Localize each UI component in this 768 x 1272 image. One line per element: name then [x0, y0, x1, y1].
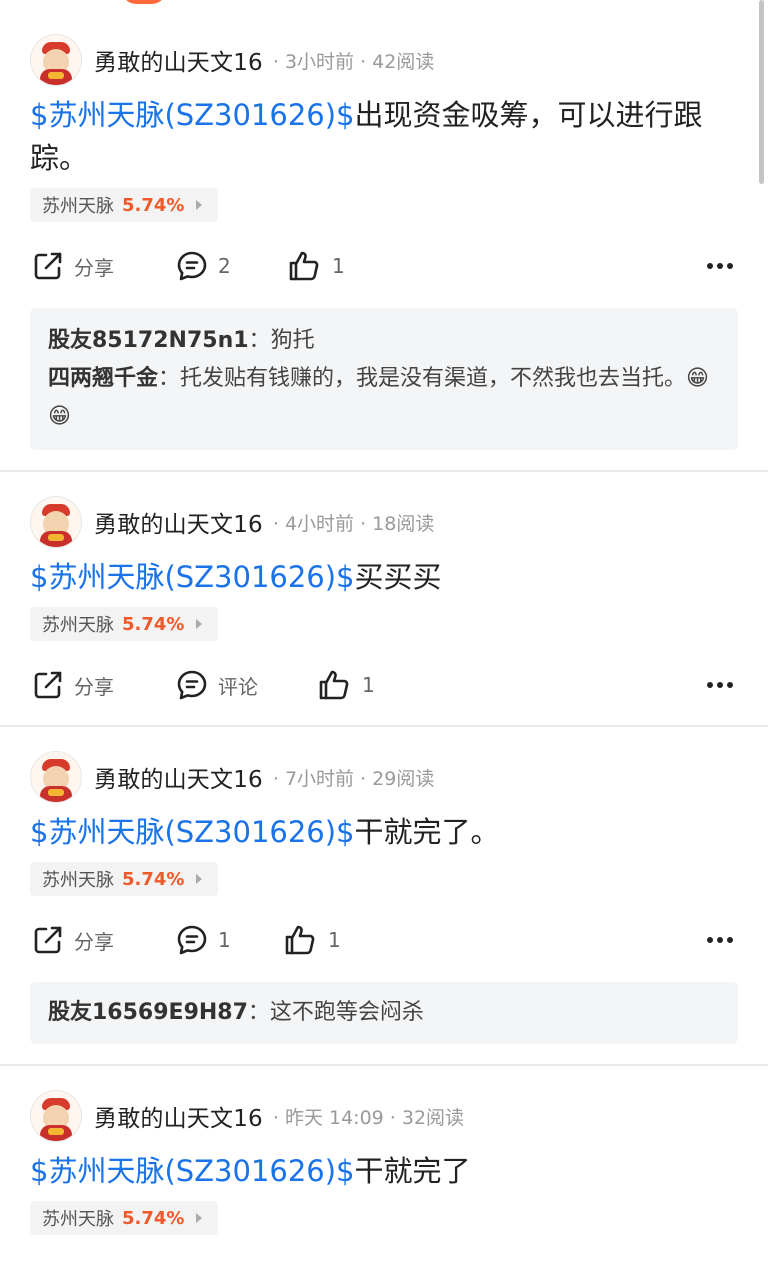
chevron-right-icon	[196, 619, 203, 629]
like-icon	[289, 251, 319, 281]
like-count: 1	[362, 673, 375, 697]
more-button[interactable]	[706, 246, 734, 286]
stock-tag-change: 5.74%	[122, 613, 185, 635]
stock-link[interactable]: $苏州天脉(SZ301626)$	[30, 815, 355, 849]
post-text: 买买买	[354, 560, 442, 594]
avatar[interactable]	[30, 496, 82, 548]
username[interactable]: 勇敢的山天文16	[94, 1099, 263, 1133]
post-card: 勇敢的山天文16 · 3小时前 · 42阅读 $苏州天脉(SZ301626)$出…	[0, 0, 768, 472]
comment-button[interactable]: 2	[176, 246, 231, 286]
comment-item: 四两翘千金：托发贴有钱赚的，我是没有渠道，不然我也去当托。😁😁	[48, 360, 720, 436]
avatar[interactable]	[30, 1090, 82, 1142]
more-button[interactable]	[706, 665, 734, 705]
post-header: 勇敢的山天文16 · 昨天 14:09 · 32阅读	[30, 1088, 738, 1144]
post-card: 勇敢的山天文16 · 4小时前 · 18阅读 $苏州天脉(SZ301626)$买…	[0, 472, 768, 727]
action-bar: 分享 1 1	[30, 920, 738, 960]
avatar[interactable]	[30, 751, 82, 803]
comment-count: 1	[218, 928, 231, 952]
share-label: 分享	[74, 929, 114, 954]
comment-text: 这不跑等会闷杀	[269, 1000, 424, 1025]
comment-item: 股友16569E9H87：这不跑等会闷杀	[48, 994, 720, 1032]
stock-link[interactable]: $苏州天脉(SZ301626)$	[30, 98, 355, 132]
comment-author[interactable]: 股友85172N75n1	[48, 328, 249, 353]
post-meta: · 4小时前 · 18阅读	[272, 512, 435, 535]
action-bar: 分享 2 1	[30, 246, 738, 286]
post-text: 干就完了。	[354, 815, 500, 849]
like-icon	[319, 670, 349, 700]
comment-separator: ：	[248, 328, 271, 353]
comment-icon	[177, 251, 207, 281]
share-button[interactable]: 分享	[32, 665, 114, 705]
more-button[interactable]	[706, 920, 734, 960]
comment-author[interactable]: 四两翘千金	[48, 366, 158, 391]
comment-text: 狗托	[270, 328, 315, 353]
like-count: 1	[332, 254, 345, 278]
like-icon	[285, 925, 315, 955]
username[interactable]: 勇敢的山天文16	[94, 43, 263, 77]
comment-separator: ：	[247, 1000, 270, 1025]
chevron-right-icon	[196, 1213, 203, 1223]
chevron-right-icon	[196, 200, 203, 210]
stock-tag[interactable]: 苏州天脉 5.74%	[30, 188, 219, 222]
post-meta: · 7小时前 · 29阅读	[272, 767, 435, 790]
share-label: 分享	[74, 255, 114, 280]
stock-link[interactable]: $苏州天脉(SZ301626)$	[30, 1154, 355, 1188]
post-text: 干就完了	[354, 1154, 471, 1188]
comment-label: 评论	[218, 674, 258, 699]
post-content[interactable]: $苏州天脉(SZ301626)$买买买	[30, 556, 738, 599]
stock-tag-change: 5.74%	[122, 1207, 185, 1229]
share-icon	[34, 252, 62, 280]
share-button[interactable]: 分享	[32, 920, 114, 960]
more-icon	[707, 937, 733, 943]
comment-preview[interactable]: 股友16569E9H87：这不跑等会闷杀	[30, 982, 738, 1044]
share-label: 分享	[74, 674, 114, 699]
stock-tag-name: 苏州天脉	[42, 615, 114, 636]
post-content[interactable]: $苏州天脉(SZ301626)$干就完了。	[30, 811, 738, 854]
post-content[interactable]: $苏州天脉(SZ301626)$干就完了	[30, 1150, 738, 1193]
share-icon	[34, 671, 62, 699]
stock-tag-name: 苏州天脉	[42, 196, 114, 217]
username[interactable]: 勇敢的山天文16	[94, 505, 263, 539]
comment-separator: ：	[158, 366, 181, 391]
comment-author[interactable]: 股友16569E9H87	[48, 1000, 248, 1025]
post-header: 勇敢的山天文16 · 4小时前 · 18阅读	[30, 494, 738, 550]
post-card: 勇敢的山天文16 · 7小时前 · 29阅读 $苏州天脉(SZ301626)$干…	[0, 727, 768, 1066]
comment-count: 2	[218, 254, 231, 278]
post-meta: · 昨天 14:09 · 32阅读	[272, 1106, 465, 1129]
post-card: 勇敢的山天文16 · 昨天 14:09 · 32阅读 $苏州天脉(SZ30162…	[0, 1066, 768, 1235]
share-icon	[34, 926, 62, 954]
stock-tag-change: 5.74%	[122, 868, 185, 890]
post-header: 勇敢的山天文16 · 7小时前 · 29阅读	[30, 749, 738, 805]
comment-button[interactable]: 1	[176, 920, 231, 960]
stock-tag[interactable]: 苏州天脉 5.74%	[30, 1201, 219, 1235]
avatar[interactable]	[30, 34, 82, 86]
like-button[interactable]: 1	[288, 246, 345, 286]
stock-tag-name: 苏州天脉	[42, 1209, 114, 1230]
like-button[interactable]: 1	[284, 920, 341, 960]
post-meta: · 3小时前 · 42阅读	[272, 50, 435, 73]
comment-button[interactable]: 评论	[176, 665, 258, 705]
more-icon	[707, 682, 733, 688]
stock-link[interactable]: $苏州天脉(SZ301626)$	[30, 560, 355, 594]
comment-item: 股友85172N75n1：狗托	[48, 322, 720, 360]
stock-tag-name: 苏州天脉	[42, 870, 114, 891]
username[interactable]: 勇敢的山天文16	[94, 760, 263, 794]
comment-icon	[177, 670, 207, 700]
like-count: 1	[328, 928, 341, 952]
action-bar: 分享 评论 1	[30, 665, 738, 705]
stock-tag-change: 5.74%	[122, 194, 185, 216]
stock-tag[interactable]: 苏州天脉 5.74%	[30, 862, 219, 896]
comment-icon	[177, 925, 207, 955]
stock-tag[interactable]: 苏州天脉 5.74%	[30, 607, 219, 641]
comment-preview[interactable]: 股友85172N75n1：狗托 四两翘千金：托发贴有钱赚的，我是没有渠道，不然我…	[30, 308, 738, 450]
like-button[interactable]: 1	[318, 665, 375, 705]
more-icon	[707, 263, 733, 269]
chevron-right-icon	[196, 874, 203, 884]
post-content[interactable]: $苏州天脉(SZ301626)$出现资金吸筹，可以进行跟踪。	[30, 94, 738, 180]
share-button[interactable]: 分享	[32, 246, 114, 286]
post-header: 勇敢的山天文16 · 3小时前 · 42阅读	[30, 32, 738, 88]
